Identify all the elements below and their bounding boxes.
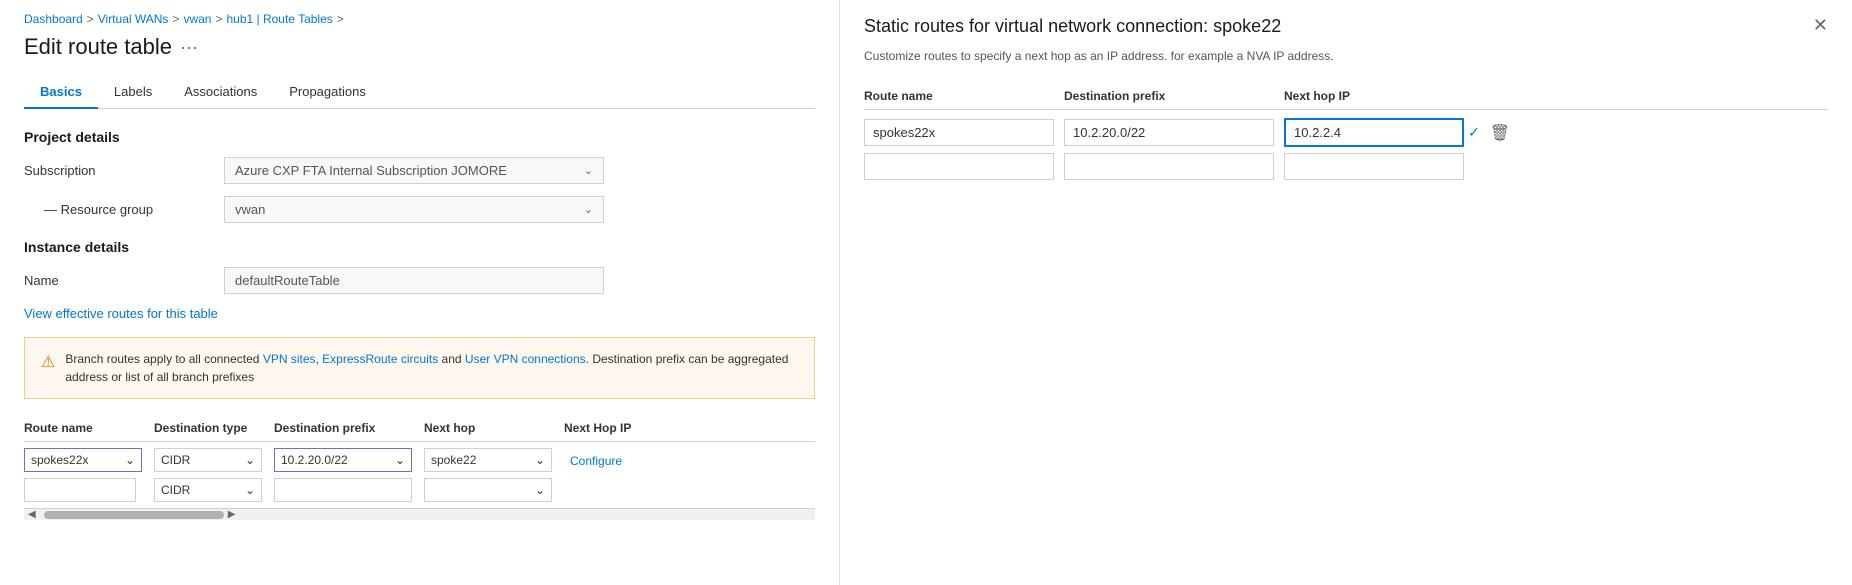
route-row-2: CIDR ⌄ ⌄ [24, 478, 815, 502]
tabs-container: Basics Labels Associations Propagations [24, 76, 815, 109]
route-name-chevron-icon: ⌄ [125, 453, 135, 467]
user-vpn-connections-link[interactable]: User VPN connections [465, 352, 586, 366]
panel-row-2 [864, 153, 1828, 180]
dest-type-value-2: CIDR [161, 483, 190, 497]
close-button[interactable]: ✕ [1813, 16, 1828, 34]
dest-type-value-1: CIDR [161, 453, 190, 467]
subscription-label: Subscription [24, 163, 224, 178]
panel-route-name-input-1[interactable] [864, 119, 1054, 146]
panel-subtitle: Customize routes to specify a next hop a… [864, 49, 1828, 63]
scroll-right-icon[interactable]: ▶ [224, 509, 240, 520]
panel-next-hop-input-1[interactable] [1284, 118, 1464, 147]
instance-details-heading: Instance details [24, 239, 815, 255]
breadcrumb-dashboard[interactable]: Dashboard [24, 12, 83, 26]
dest-prefix-value-1: 10.2.20.0/22 [281, 453, 348, 467]
next-hop-chevron-icon: ⌄ [535, 453, 545, 467]
panel-dest-prefix-header: Destination prefix [1064, 89, 1284, 103]
resource-group-select[interactable]: vwan ⌄ [224, 196, 604, 223]
next-hop-select-1[interactable]: spoke22 ⌄ [424, 448, 552, 472]
next-hop-ip-header: Next Hop IP [564, 421, 664, 435]
project-details-heading: Project details [24, 129, 815, 145]
panel-next-hop-input-2[interactable] [1284, 153, 1464, 180]
indent-dash: — [44, 202, 61, 217]
dest-type-select-1[interactable]: CIDR ⌄ [154, 448, 262, 472]
panel-title: Static routes for virtual network connec… [864, 16, 1281, 37]
scrollbar-thumb[interactable] [44, 511, 224, 519]
warning-text: Branch routes apply to all connected VPN… [65, 350, 798, 386]
page-title-container: Edit route table ··· [24, 34, 815, 60]
name-row: Name defaultRouteTable [24, 267, 815, 294]
dest-prefix-header: Destination prefix [274, 421, 424, 435]
horizontal-scrollbar[interactable]: ◀ ▶ [24, 508, 815, 520]
next-hop-2-chevron-icon: ⌄ [535, 483, 545, 497]
panel-header: Static routes for virtual network connec… [864, 16, 1828, 37]
more-options-button[interactable]: ··· [180, 37, 198, 58]
name-label: Name [24, 273, 224, 288]
subscription-row: Subscription Azure CXP FTA Internal Subs… [24, 157, 815, 184]
panel-route-name-input-2[interactable] [864, 153, 1054, 180]
page-title: Edit route table [24, 34, 172, 60]
route-name-select-1[interactable]: spokes22x ⌄ [24, 448, 142, 472]
route-name-value-1: spokes22x [31, 453, 88, 467]
subscription-select[interactable]: Azure CXP FTA Internal Subscription JOMO… [224, 157, 604, 184]
panel-route-name-header: Route name [864, 89, 1064, 103]
panel-row-1: ✓ 🗑 [864, 118, 1828, 147]
subscription-chevron-icon: ⌄ [584, 164, 593, 177]
panel-dest-prefix-input-2[interactable] [1064, 153, 1274, 180]
routes-table-header: Route name Destination type Destination … [24, 415, 815, 442]
configure-link-1[interactable]: Configure [564, 450, 628, 472]
breadcrumb-hub1-route-tables[interactable]: hub1 | Route Tables [226, 12, 332, 26]
warning-box: ⚠ Branch routes apply to all connected V… [24, 337, 815, 399]
name-field: defaultRouteTable [224, 267, 604, 294]
panel-next-hop-header: Next hop IP [1284, 89, 1828, 103]
resource-group-value: vwan [235, 202, 265, 217]
dest-type-header: Destination type [154, 421, 274, 435]
resource-group-chevron-icon: ⌄ [584, 203, 593, 216]
next-hop-select-2[interactable]: ⌄ [424, 478, 552, 502]
check-button-1[interactable]: ✓ [1464, 124, 1484, 141]
tab-labels[interactable]: Labels [98, 76, 168, 109]
right-panel: Static routes for virtual network connec… [840, 0, 1852, 585]
resource-group-label: — Resource group [24, 202, 224, 217]
breadcrumb: Dashboard > Virtual WANs > vwan > hub1 |… [24, 0, 815, 34]
route-name-header: Route name [24, 421, 154, 435]
next-hop-header: Next hop [424, 421, 564, 435]
expressroute-circuits-link[interactable]: ExpressRoute circuits [322, 352, 438, 366]
resource-group-row: — Resource group vwan ⌄ [24, 196, 815, 223]
warning-icon: ⚠ [41, 351, 55, 375]
panel-dest-prefix-input-1[interactable] [1064, 119, 1274, 146]
breadcrumb-virtual-wans[interactable]: Virtual WANs [98, 12, 169, 26]
dest-prefix-chevron-icon: ⌄ [395, 453, 405, 467]
route-name-input-2[interactable] [24, 478, 136, 502]
dest-type-select-2[interactable]: CIDR ⌄ [154, 478, 262, 502]
tab-basics[interactable]: Basics [24, 76, 98, 109]
tab-propagations[interactable]: Propagations [273, 76, 382, 109]
route-row-1: spokes22x ⌄ CIDR ⌄ 10.2.20.0/22 ⌄ spoke2… [24, 448, 815, 472]
dest-type-chevron-icon: ⌄ [245, 453, 255, 467]
tab-associations[interactable]: Associations [168, 76, 273, 109]
breadcrumb-vwan[interactable]: vwan [183, 12, 211, 26]
scroll-left-icon[interactable]: ◀ [24, 509, 40, 520]
next-hop-value-1: spoke22 [431, 453, 476, 467]
view-effective-routes-link[interactable]: View effective routes for this table [24, 306, 218, 321]
delete-button-1[interactable]: 🗑 [1484, 123, 1516, 143]
left-panel: Dashboard > Virtual WANs > vwan > hub1 |… [0, 0, 840, 585]
dest-prefix-input-2[interactable] [274, 478, 412, 502]
dest-type-2-chevron-icon: ⌄ [245, 483, 255, 497]
panel-table-header: Route name Destination prefix Next hop I… [864, 83, 1828, 110]
vpn-sites-link[interactable]: VPN sites [263, 352, 316, 366]
dest-prefix-select-1[interactable]: 10.2.20.0/22 ⌄ [274, 448, 412, 472]
subscription-value: Azure CXP FTA Internal Subscription JOMO… [235, 163, 507, 178]
